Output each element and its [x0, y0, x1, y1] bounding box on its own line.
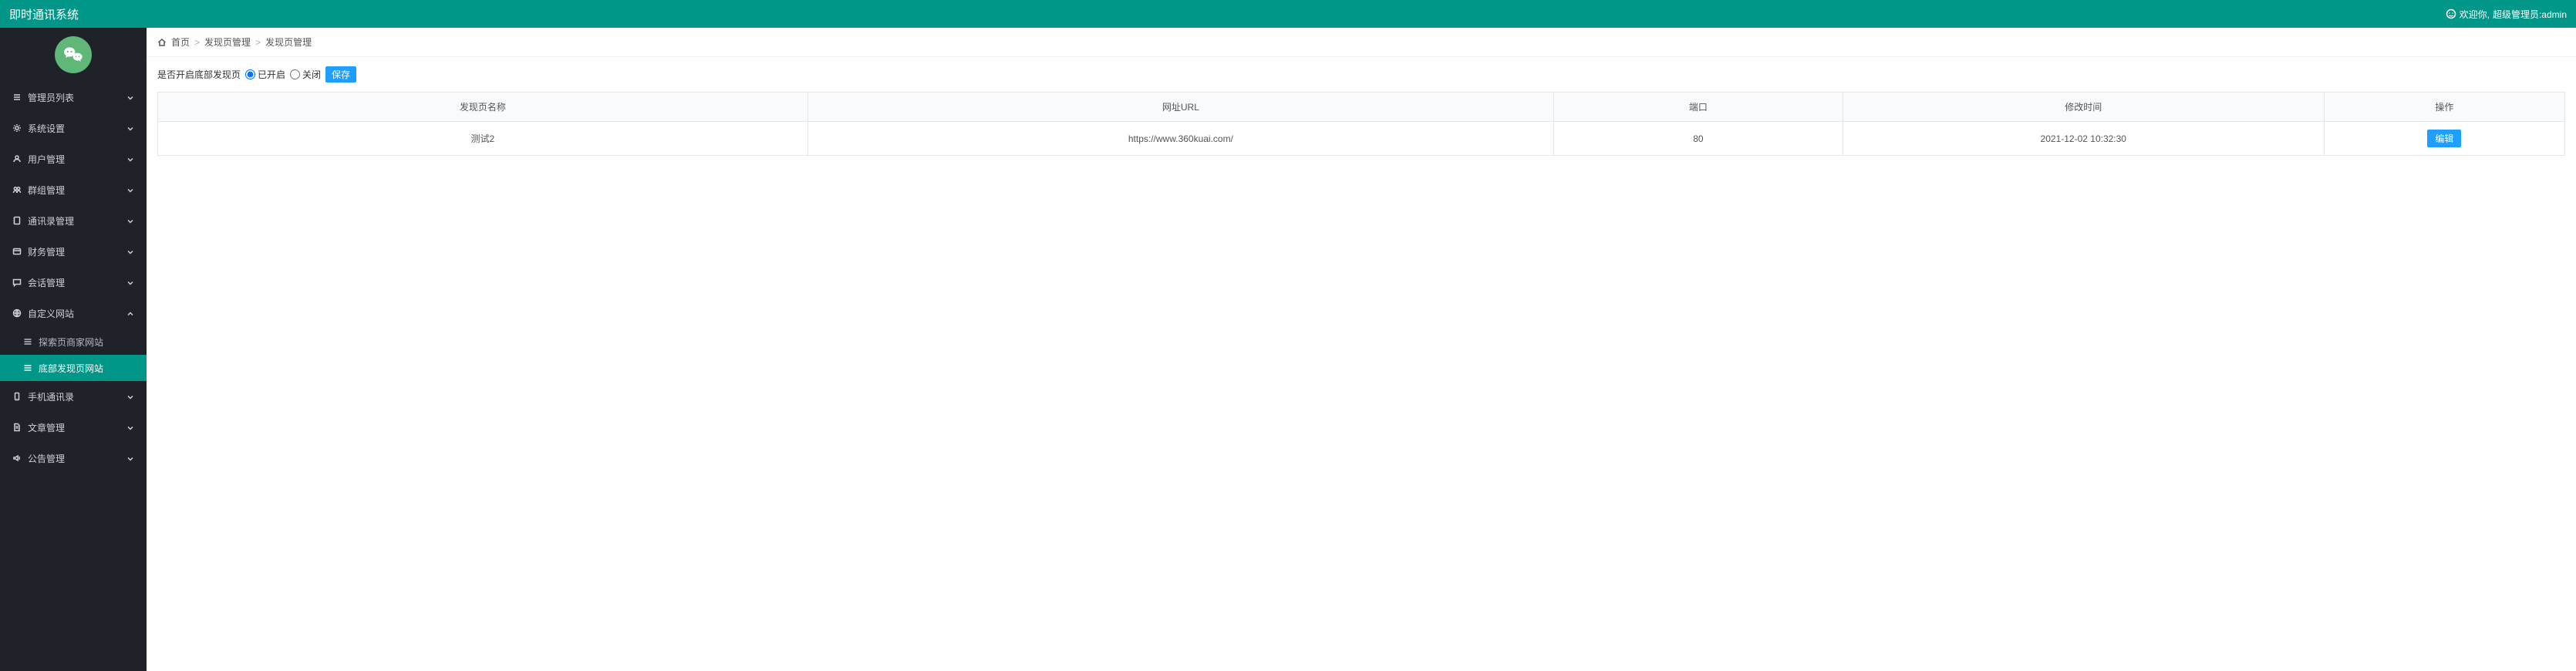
- table-header-row: 发现页名称 网址URL 端口 修改时间 操作: [158, 93, 2565, 122]
- th-url: 网址URL: [808, 93, 1554, 122]
- horn-icon: [12, 454, 22, 463]
- smiley-icon: [2446, 8, 2456, 19]
- sidebar-item-label: 群组管理: [28, 184, 65, 197]
- finance-icon: [12, 247, 22, 256]
- sidebar-item-custom-site[interactable]: 自定义网站: [0, 298, 147, 329]
- sub-item-explore-merchant[interactable]: 探索页商家网站: [0, 329, 147, 355]
- sidebar-item-label: 财务管理: [28, 245, 65, 258]
- main: 首页 > 发现页管理 > 发现页管理 是否开启底部发现页 已开启 关闭 保存 发…: [147, 28, 2576, 165]
- gear-icon: [12, 123, 22, 133]
- th-name: 发现页名称: [158, 93, 808, 122]
- globe-icon: [12, 309, 22, 318]
- sub-item-label: 底部发现页网站: [39, 362, 103, 375]
- sidebar-item-contacts[interactable]: 通讯录管理: [0, 205, 147, 236]
- sidebar-item-sessions[interactable]: 会话管理: [0, 267, 147, 298]
- cell-time: 2021-12-02 10:32:30: [1843, 122, 2324, 156]
- chevron-down-icon: [126, 278, 134, 286]
- content: 是否开启底部发现页 已开启 关闭 保存 发现页名称 网址URL 端口 修改时间 …: [147, 57, 2576, 165]
- th-action: 操作: [2324, 93, 2564, 122]
- chevron-down-icon: [126, 248, 134, 255]
- toggle-row: 是否开启底部发现页 已开启 关闭 保存: [157, 66, 2565, 83]
- sidebar-item-finance[interactable]: 财务管理: [0, 236, 147, 267]
- table-row: 测试2 https://www.360kuai.com/ 80 2021-12-…: [158, 122, 2565, 156]
- topbar: 即时通讯系统 欢迎你,超级管理员:admin: [0, 0, 2576, 28]
- chevron-up-icon: [126, 309, 134, 317]
- sidebar-item-mobile-contacts[interactable]: 手机通讯录: [0, 381, 147, 412]
- doc-icon: [12, 423, 22, 432]
- list-icon: [12, 93, 22, 102]
- sidebar-item-system[interactable]: 系统设置: [0, 113, 147, 143]
- data-table: 发现页名称 网址URL 端口 修改时间 操作 测试2 https://www.3…: [157, 92, 2565, 156]
- radio-enabled-label: 已开启: [258, 68, 285, 81]
- sidebar-item-label: 文章管理: [28, 421, 65, 434]
- sub-item-label: 探索页商家网站: [39, 336, 103, 349]
- cell-name: 测试2: [158, 122, 808, 156]
- sidebar-item-announce[interactable]: 公告管理: [0, 443, 147, 474]
- chevron-down-icon: [126, 393, 134, 400]
- chat-bubble-icon: [61, 42, 86, 67]
- toggle-label: 是否开启底部发现页: [157, 68, 241, 81]
- chevron-down-icon: [126, 93, 134, 101]
- sub-item-bottom-discover[interactable]: 底部发现页网站: [0, 355, 147, 381]
- bars-icon: [23, 337, 32, 346]
- chevron-down-icon: [126, 155, 134, 163]
- separator: >: [255, 37, 261, 48]
- welcome-prefix: 欢迎你,: [2460, 8, 2490, 21]
- save-button[interactable]: 保存: [325, 66, 356, 83]
- sidebar-item-label: 用户管理: [28, 153, 65, 166]
- chat-icon: [12, 278, 22, 287]
- sidebar-item-users[interactable]: 用户管理: [0, 143, 147, 174]
- cell-port: 80: [1554, 122, 1843, 156]
- breadcrumb-home[interactable]: 首页: [171, 35, 190, 49]
- radio-disabled[interactable]: 关闭: [290, 68, 321, 81]
- sidebar-item-label: 自定义网站: [28, 307, 74, 320]
- radio-enabled[interactable]: 已开启: [245, 68, 285, 81]
- sidebar-item-label: 管理员列表: [28, 91, 74, 104]
- group-icon: [12, 185, 22, 194]
- radio-enabled-input[interactable]: [245, 69, 255, 79]
- chevron-down-icon: [126, 423, 134, 431]
- topbar-right: 欢迎你,超级管理员:admin: [2446, 8, 2567, 21]
- breadcrumb-l2: 发现页管理: [265, 35, 312, 49]
- sidebar: 管理员列表 系统设置 用户管理 群组管理 通讯录管理: [0, 28, 147, 671]
- breadcrumb-l1[interactable]: 发现页管理: [204, 35, 251, 49]
- cell-url: https://www.360kuai.com/: [808, 122, 1554, 156]
- sidebar-item-label: 通讯录管理: [28, 214, 74, 228]
- radio-disabled-input[interactable]: [290, 69, 300, 79]
- sidebar-item-label: 手机通讯录: [28, 390, 74, 403]
- separator: >: [194, 37, 200, 48]
- app-title: 即时通讯系统: [9, 6, 79, 22]
- sidebar-item-admins[interactable]: 管理员列表: [0, 82, 147, 113]
- radio-disabled-label: 关闭: [302, 68, 321, 81]
- logo: [55, 36, 92, 73]
- th-time: 修改时间: [1843, 93, 2324, 122]
- sidebar-item-label: 会话管理: [28, 276, 65, 289]
- logo-wrap: [0, 28, 147, 82]
- chevron-down-icon: [126, 186, 134, 194]
- chevron-down-icon: [126, 124, 134, 132]
- breadcrumb: 首页 > 发现页管理 > 发现页管理: [147, 28, 2576, 57]
- chevron-down-icon: [126, 454, 134, 462]
- home-icon: [157, 38, 167, 47]
- book-icon: [12, 216, 22, 225]
- sidebar-item-articles[interactable]: 文章管理: [0, 412, 147, 443]
- sidebar-item-groups[interactable]: 群组管理: [0, 174, 147, 205]
- phone-icon: [12, 392, 22, 401]
- cell-action: 编辑: [2324, 122, 2564, 156]
- sidebar-item-label: 系统设置: [28, 122, 65, 135]
- chevron-down-icon: [126, 217, 134, 224]
- th-port: 端口: [1554, 93, 1843, 122]
- welcome-user[interactable]: 超级管理员:admin: [2493, 8, 2567, 21]
- bars-icon: [23, 363, 32, 373]
- user-icon: [12, 154, 22, 164]
- edit-button[interactable]: 编辑: [2427, 130, 2461, 147]
- sidebar-item-label: 公告管理: [28, 452, 65, 465]
